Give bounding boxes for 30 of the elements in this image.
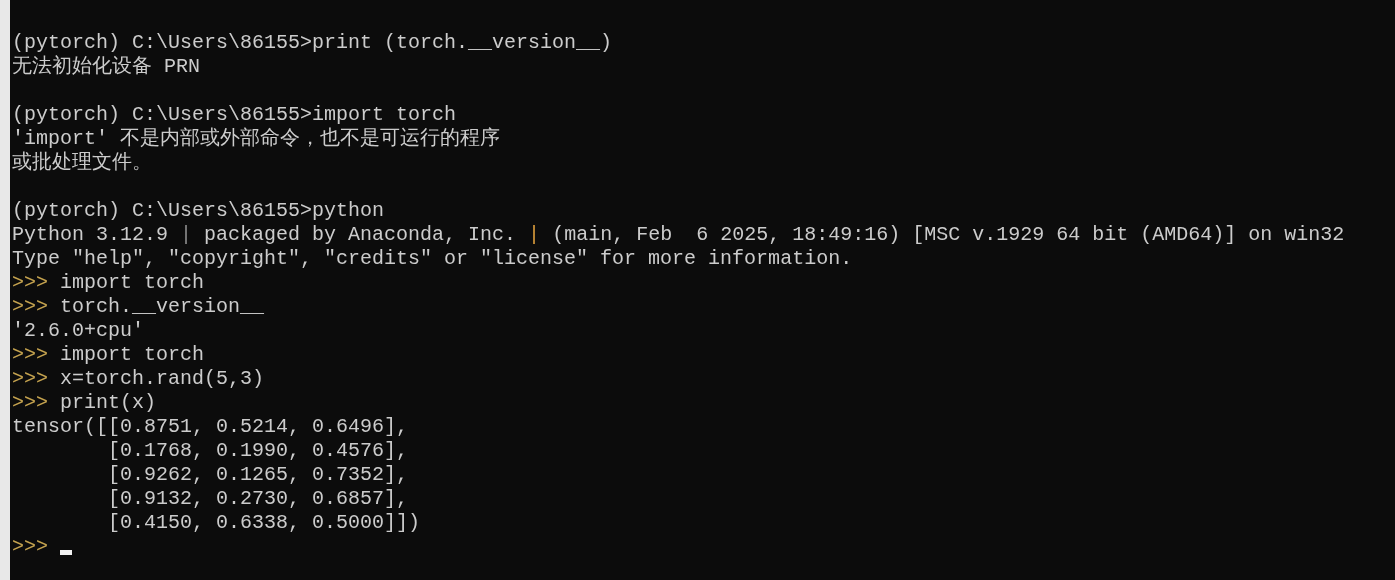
console-text: [0.9262, 0.1265, 0.7352], (107, 463, 409, 487)
console-text: Python 3.12.9 (12, 223, 170, 247)
console-text: torch.__version__ (59, 295, 265, 319)
console-text: [0.1768, 0.1990, 0.4576], (107, 439, 409, 463)
console-text: 或批处理文件。 (12, 151, 152, 175)
console-text: 'import' 不是内部或外部命令，也不是可运行的程序 (12, 127, 501, 151)
console-text: print(x) (59, 391, 157, 415)
console-text: packaged by Anaconda, Inc. (203, 223, 518, 247)
console-text: (pytorch) C:\Users\86155>python (12, 199, 385, 223)
pipe-character: | (180, 223, 193, 247)
prompt-marker: >>> (12, 271, 48, 295)
prompt-marker: >>> (12, 391, 48, 415)
console-text: import torch (59, 343, 205, 367)
console-text: Type "help", "copyright", "credits" or "license" for more information. (12, 247, 853, 271)
prompt-marker: >>> (12, 535, 48, 559)
console-text: (pytorch) C:\Users\86155>import torch (12, 103, 457, 127)
pipe-character: | (528, 223, 541, 247)
console-text: 无法初始化设备 PRN (12, 55, 200, 79)
prompt-marker: >>> (12, 343, 48, 367)
console-text: tensor([[0.8751, 0.5214, 0.6496], (12, 415, 409, 439)
console-text: (pytorch) C:\Users\86155>print (torch.__version__) (12, 31, 613, 55)
console-text: [0.4150, 0.6338, 0.5000]]) (107, 511, 421, 535)
console-text: '2.6.0+cpu' (12, 319, 145, 343)
prompt-marker: >>> (12, 295, 48, 319)
text-cursor (60, 549, 72, 555)
console-text: (main, Feb 6 2025, 18:49:16) [MSC v.1929 64 bit (AMD64)] on win32 (551, 223, 1345, 247)
console-text: [0.9132, 0.2730, 0.6857], (107, 487, 409, 511)
prompt-marker: >>> (12, 367, 48, 391)
console-text: x=torch.rand(5,3) (59, 367, 265, 391)
console-text: import torch (59, 271, 205, 295)
